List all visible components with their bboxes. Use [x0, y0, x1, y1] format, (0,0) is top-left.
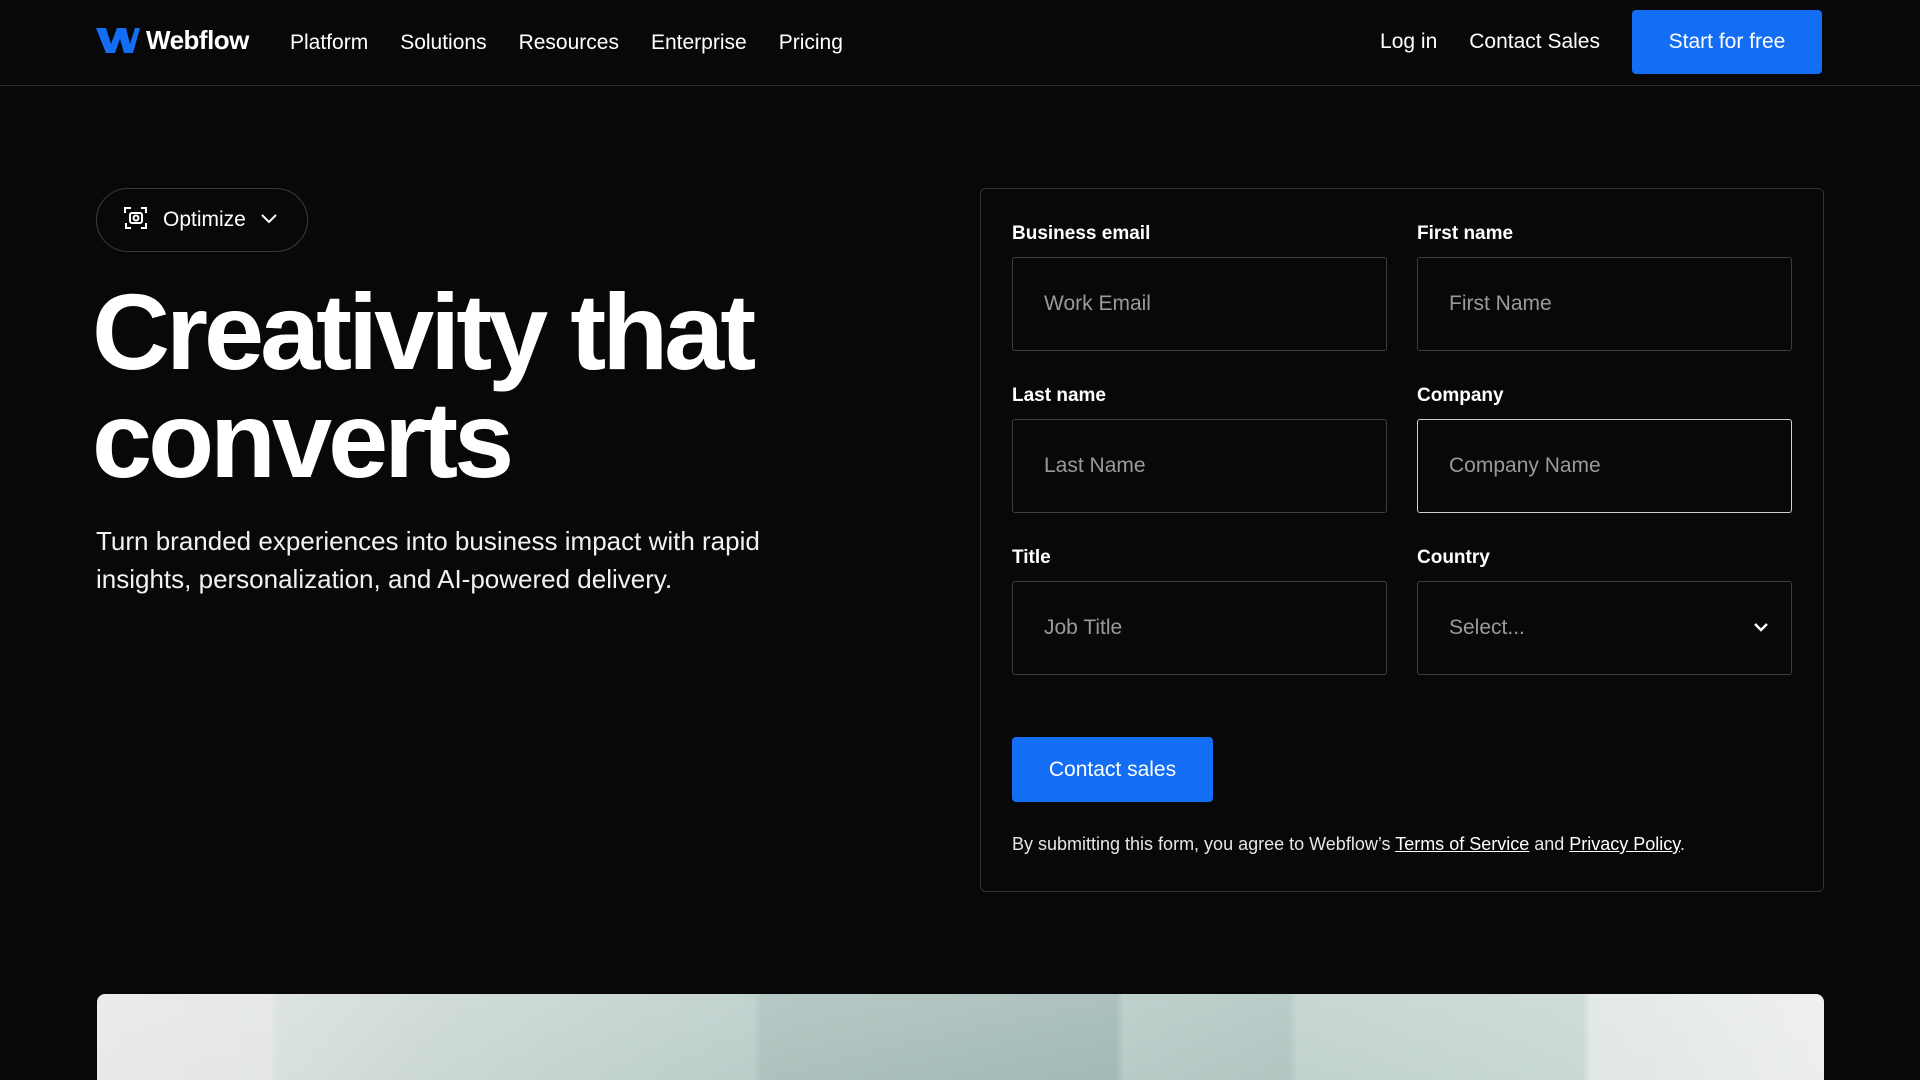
- first-name-field[interactable]: [1417, 257, 1792, 351]
- email-field[interactable]: [1012, 257, 1387, 351]
- last-name-field-group: Last name: [1012, 384, 1387, 513]
- disclaimer-suffix: .: [1679, 834, 1685, 854]
- login-link[interactable]: Log in: [1380, 30, 1437, 54]
- country-select-value: Select...: [1449, 616, 1525, 639]
- start-for-free-button[interactable]: Start for free: [1632, 10, 1822, 74]
- country-label: Country: [1417, 547, 1490, 568]
- contact-sales-link[interactable]: Contact Sales: [1469, 30, 1600, 54]
- hero-title: Creativity that converts: [92, 278, 892, 494]
- disclaimer-prefix: By submitting this form, you agree to We…: [1012, 834, 1396, 854]
- webflow-logo-icon: [96, 26, 140, 54]
- email-field-group: Business email: [1012, 222, 1387, 351]
- nav-link-platform[interactable]: Platform: [290, 31, 368, 55]
- nav-link-enterprise[interactable]: Enterprise: [651, 31, 747, 55]
- optimize-label: Optimize: [163, 208, 246, 231]
- form-disclaimer: By submitting this form, you agree to We…: [1012, 834, 1685, 855]
- contact-sales-form: Business email First name Last name Comp…: [980, 188, 1824, 892]
- nav-actions: Log in Contact Sales Start for free: [1380, 10, 1822, 74]
- primary-nav: Platform Solutions Resources Enterprise …: [290, 0, 875, 86]
- last-name-field[interactable]: [1012, 419, 1387, 513]
- first-name-field-group: First name: [1417, 222, 1792, 351]
- brand-name: Webflow: [146, 24, 249, 55]
- optimize-dropdown[interactable]: Optimize: [96, 188, 308, 252]
- job-title-field[interactable]: [1012, 581, 1387, 675]
- nav-link-solutions[interactable]: Solutions: [400, 31, 486, 55]
- scan-target-icon: [123, 205, 149, 236]
- email-label: Business email: [1012, 223, 1151, 244]
- country-select[interactable]: Select...: [1417, 581, 1792, 675]
- disclaimer-and: and: [1529, 834, 1570, 854]
- hero-title-line-1: Creativity that: [92, 271, 756, 392]
- hero-subtitle: Turn branded experiences into business i…: [96, 526, 760, 594]
- company-field-group: Company: [1417, 384, 1792, 513]
- top-navigation: Webflow Platform Solutions Resources Ent…: [0, 0, 1920, 86]
- company-field[interactable]: [1417, 419, 1792, 513]
- webflow-logo[interactable]: Webflow: [96, 24, 249, 56]
- chevron-down-icon: [260, 211, 278, 229]
- hero-product-image: [97, 994, 1824, 1080]
- first-name-label: First name: [1417, 223, 1514, 244]
- chevron-down-icon: [1753, 619, 1769, 637]
- country-field-group: Country Select...: [1417, 546, 1792, 675]
- nav-link-resources[interactable]: Resources: [519, 31, 619, 55]
- nav-link-pricing[interactable]: Pricing: [779, 31, 843, 55]
- contact-sales-button[interactable]: Contact sales: [1012, 737, 1213, 802]
- last-name-label: Last name: [1012, 385, 1106, 406]
- company-label: Company: [1417, 385, 1504, 406]
- terms-of-service-link[interactable]: Terms of Service: [1395, 834, 1529, 854]
- privacy-policy-link[interactable]: Privacy Policy: [1569, 834, 1680, 854]
- title-field-group: Title: [1012, 546, 1387, 675]
- title-label: Title: [1012, 547, 1051, 568]
- hero-title-line-2: converts: [92, 379, 514, 500]
